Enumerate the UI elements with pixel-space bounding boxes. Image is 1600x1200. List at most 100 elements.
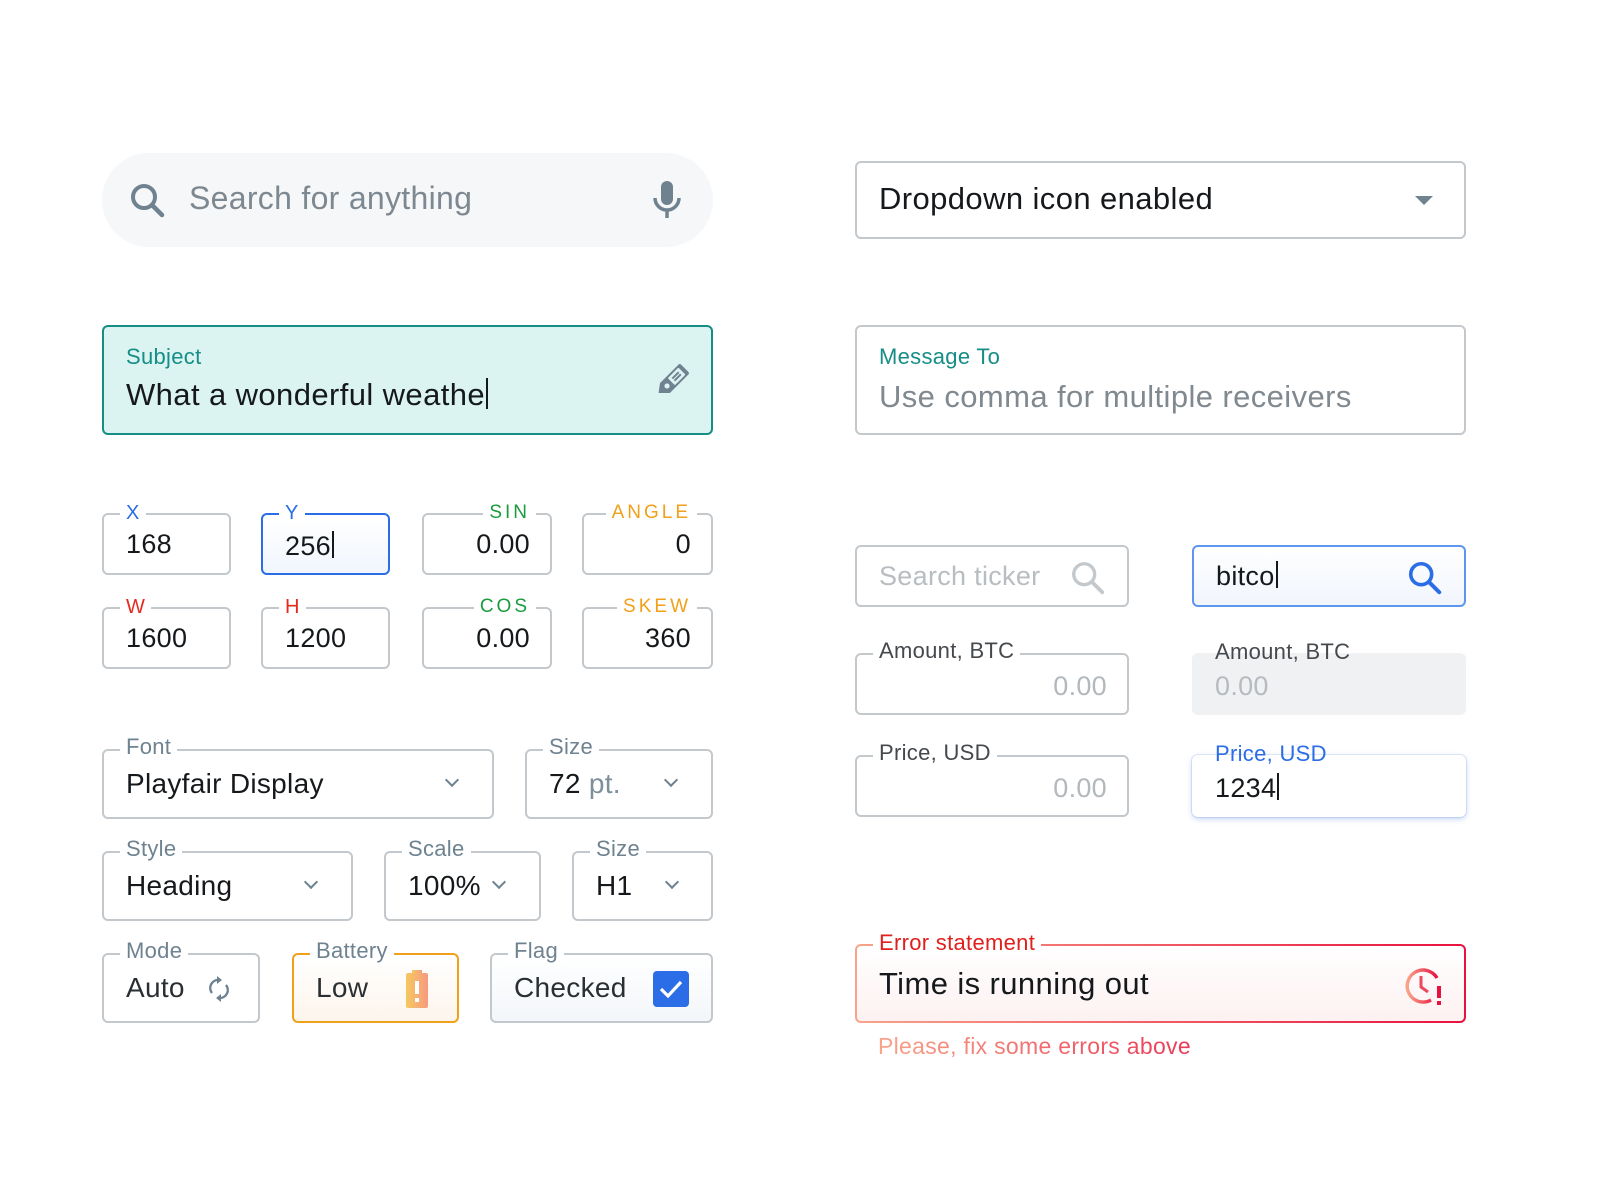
size-select[interactable]: Size 72 pt. (525, 735, 713, 819)
ticker-search[interactable]: Search ticker (855, 545, 1129, 607)
y-field[interactable]: Y 256 (261, 501, 390, 575)
battery-label: Battery (310, 939, 394, 963)
price-value[interactable]: 0.00 (1053, 773, 1107, 804)
w-value[interactable]: 1600 (126, 623, 187, 654)
heading-size-select[interactable]: Size H1 (572, 837, 713, 921)
message-to-label: Message To (879, 344, 1001, 369)
search-bar[interactable]: Search for anything (102, 153, 713, 247)
subject-value: What a wonderful weathe (126, 377, 486, 412)
text-caret (1275, 561, 1278, 589)
search-icon[interactable] (128, 181, 168, 221)
dropdown-select[interactable]: Dropdown icon enabled (855, 161, 1466, 239)
x-field[interactable]: X 168 (102, 501, 231, 575)
cos-label: COS (473, 595, 536, 619)
flag-value: Checked (514, 972, 627, 1003)
angle-field[interactable]: ANGLE 0 (582, 501, 713, 575)
mode-label: Mode (120, 939, 189, 963)
scale-select[interactable]: Scale 100% (384, 837, 541, 921)
subject-field[interactable]: Subject What a wonderful weathe (102, 325, 713, 435)
font-value: Playfair Display (126, 768, 324, 799)
style-select[interactable]: Style Heading (102, 837, 353, 921)
subject-label: Subject (126, 344, 202, 369)
price-focused-input[interactable]: 1234 (1215, 773, 1280, 804)
font-label: Font (120, 735, 178, 759)
size-label: Size (543, 735, 599, 759)
dropdown-value: Dropdown icon enabled (879, 181, 1214, 216)
sin-label: SIN (483, 501, 536, 525)
size-number: 72 (549, 768, 581, 799)
price-label: Price, USD (873, 741, 997, 765)
mode-value: Auto (126, 972, 185, 1003)
sin-field[interactable]: SIN 0.00 (422, 501, 552, 575)
chevron-down-icon[interactable] (491, 874, 507, 890)
error-helper-text: Please, fix some errors above (878, 1033, 1191, 1059)
heading-size-value: H1 (596, 870, 633, 901)
subject-input[interactable]: What a wonderful weathe (126, 377, 489, 413)
search-placeholder[interactable]: Search for anything (189, 180, 472, 217)
flag-checkbox[interactable] (653, 971, 689, 1007)
price-focused-field[interactable]: Price, USD 1234 (1192, 741, 1466, 817)
w-label: W (120, 595, 152, 619)
text-caret (331, 531, 334, 559)
error-field[interactable]: Error statement Time is running out (855, 930, 1466, 1023)
y-value: 256 (285, 531, 331, 561)
search-icon[interactable] (1406, 559, 1444, 597)
chevron-down-icon[interactable] (664, 874, 680, 890)
ticker-search-placeholder[interactable]: Search ticker (879, 561, 1040, 592)
microphone-icon[interactable] (647, 178, 687, 222)
w-field[interactable]: W 1600 (102, 595, 231, 669)
amount-disabled-field: Amount, BTC 0.00 (1192, 639, 1466, 715)
skew-field[interactable]: SKEW 360 (582, 595, 713, 669)
ticker-search-value: bitco (1216, 561, 1275, 591)
size-value: 72 pt. (549, 768, 621, 800)
style-value: Heading (126, 870, 233, 901)
chevron-down-icon[interactable] (444, 772, 460, 788)
chevron-down-icon[interactable] (663, 772, 679, 788)
x-value[interactable]: 168 (126, 529, 172, 560)
cos-field[interactable]: COS 0.00 (422, 595, 552, 669)
price-field[interactable]: Price, USD 0.00 (855, 741, 1129, 817)
y-label: Y (279, 501, 305, 525)
price-focused-label: Price, USD (1215, 741, 1327, 766)
error-label: Error statement (873, 930, 1042, 956)
h-label: H (279, 595, 306, 619)
flag-label: Flag (508, 939, 564, 963)
angle-value[interactable]: 0 (676, 529, 691, 560)
chevron-down-icon[interactable] (303, 874, 319, 890)
font-select[interactable]: Font Playfair Display (102, 735, 494, 819)
h-value[interactable]: 1200 (285, 623, 346, 654)
cos-value[interactable]: 0.00 (476, 623, 530, 654)
x-label: X (120, 501, 146, 525)
price-focused-value: 1234 (1215, 773, 1277, 803)
checkmark-icon (659, 980, 683, 999)
ticker-search-input[interactable]: bitco (1216, 561, 1278, 592)
amount-disabled-label: Amount, BTC (1215, 639, 1351, 664)
amount-disabled-value: 0.00 (1215, 671, 1269, 701)
clock-alert-icon (1405, 968, 1441, 1005)
error-value[interactable]: Time is running out (879, 966, 1149, 1002)
angle-label: ANGLE (605, 501, 697, 525)
sin-value[interactable]: 0.00 (476, 529, 530, 560)
flag-field[interactable]: Flag Checked (490, 939, 713, 1023)
message-to-placeholder[interactable]: Use comma for multiple receivers (879, 379, 1352, 415)
search-icon[interactable] (1069, 559, 1107, 597)
y-input[interactable]: 256 (285, 531, 334, 562)
battery-value: Low (316, 972, 369, 1003)
triangle-down-icon[interactable] (1415, 196, 1433, 205)
mode-field[interactable]: Mode Auto (102, 939, 260, 1023)
refresh-icon[interactable] (206, 975, 232, 1003)
style-label: Style (120, 837, 183, 861)
skew-value[interactable]: 360 (645, 623, 691, 654)
amount-label: Amount, BTC (873, 639, 1021, 663)
h-field[interactable]: H 1200 (261, 595, 390, 669)
battery-field[interactable]: Battery Low (292, 939, 459, 1023)
amount-field[interactable]: Amount, BTC 0.00 (855, 639, 1129, 715)
ticker-search-active[interactable]: bitco (1192, 545, 1466, 607)
amount-value[interactable]: 0.00 (1053, 671, 1107, 702)
heading-size-label: Size (590, 837, 646, 861)
tag-icon[interactable] (648, 357, 696, 405)
text-caret (486, 377, 489, 409)
scale-label: Scale (402, 837, 471, 861)
scale-value: 100% (408, 870, 481, 901)
message-to-field[interactable]: Message To Use comma for multiple receiv… (855, 325, 1466, 435)
